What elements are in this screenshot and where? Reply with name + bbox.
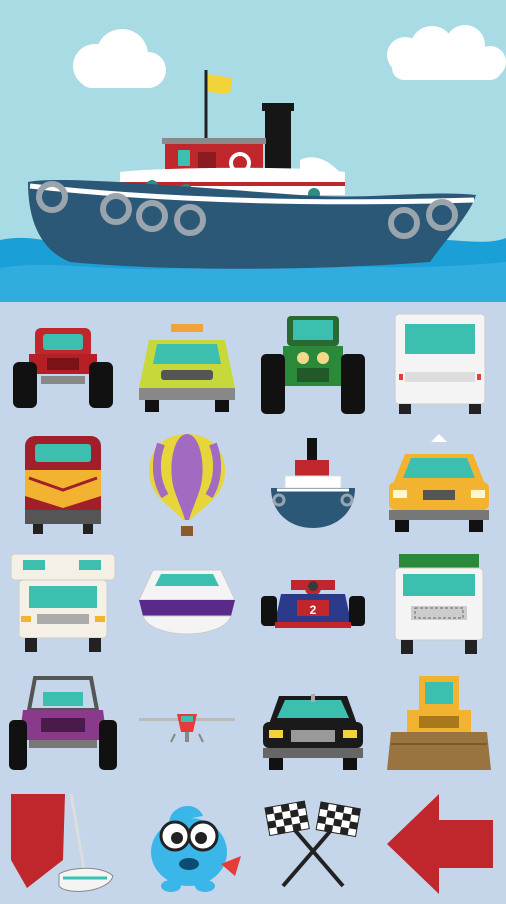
- grid-item-taxi-front[interactable]: [124, 304, 250, 424]
- tugboat-scene-icon: [0, 25, 506, 302]
- race-car-icon: 2: [261, 580, 365, 628]
- grid-item-train-locomotive[interactable]: [0, 424, 126, 544]
- grid-item-monster-truck[interactable]: [0, 304, 126, 424]
- grid-item-bulldozer[interactable]: [376, 664, 502, 784]
- grid-item-tractor[interactable]: [250, 304, 376, 424]
- speedboat-icon: [138, 569, 236, 635]
- vehicle-grid: 2: [0, 302, 506, 900]
- grid-item-hot-air-balloon[interactable]: [124, 424, 250, 544]
- grid-item-tugboat[interactable]: [250, 424, 376, 544]
- grid-item-airplane[interactable]: [124, 664, 250, 784]
- grid-item-checkered-flags[interactable]: [250, 784, 376, 904]
- hot-air-balloon-icon: [148, 434, 226, 536]
- grid-item-garbage-truck[interactable]: [376, 544, 502, 664]
- dune-buggy-icon: [9, 676, 117, 770]
- monster-truck-icon: [13, 328, 113, 408]
- grid-item-dune-buggy[interactable]: [0, 664, 126, 784]
- rv-camper-icon: [10, 553, 116, 652]
- back-button[interactable]: [376, 784, 502, 904]
- bulldozer-icon: [387, 676, 491, 770]
- tractor-icon: [261, 316, 365, 414]
- train-locomotive-icon: [25, 436, 101, 534]
- grid-item-race-car[interactable]: 2: [250, 544, 376, 664]
- garbage-truck-icon: [394, 554, 484, 654]
- grid-item-speedboat[interactable]: [124, 544, 250, 664]
- checkered-flags-icon: [264, 800, 361, 888]
- grid-item-rv-camper[interactable]: [0, 544, 126, 664]
- taxi-front-icon: [139, 324, 235, 412]
- mascot-character-icon: [151, 805, 241, 892]
- grid-item-sailboat[interactable]: [0, 784, 126, 904]
- delivery-truck-icon: [394, 313, 486, 414]
- yellow-taxi-icon: [389, 434, 489, 532]
- hero-tugboat-scene: [0, 0, 506, 302]
- grid-item-yellow-taxi[interactable]: [376, 424, 502, 544]
- tugboat-icon: [271, 438, 355, 528]
- back-arrow-icon: [387, 794, 493, 894]
- airplane-icon: [139, 714, 235, 743]
- cloud-right: [387, 25, 506, 80]
- grid-item-limousine[interactable]: [250, 664, 376, 784]
- cloud-left: [73, 29, 166, 88]
- sailboat-icon: [11, 793, 114, 892]
- grid-item-delivery-truck[interactable]: [376, 304, 502, 424]
- svg-text:2: 2: [310, 603, 317, 617]
- limousine-icon: [263, 694, 363, 770]
- grid-item-mascot[interactable]: [124, 784, 250, 904]
